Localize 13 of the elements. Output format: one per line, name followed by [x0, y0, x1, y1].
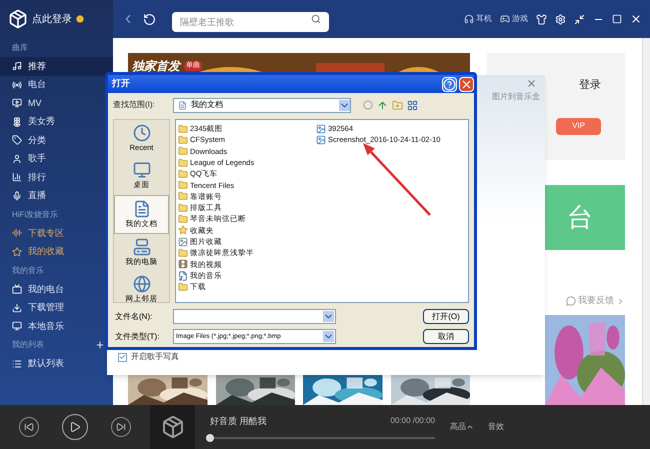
banner-title: 独家首发 [132, 58, 180, 75]
login-title: 登录 [579, 78, 601, 93]
hint-text: 图片到音乐盒 [492, 91, 540, 103]
section-title: 我的音乐 [12, 264, 44, 276]
section-title: 我的列表 [12, 339, 44, 351]
look-in-label: 查找范围(I): [113, 99, 156, 111]
dialog-title: 打开 [112, 77, 130, 90]
filename-label: 文件名(N): [115, 310, 154, 322]
section-title: HiFi发烧音乐 [12, 208, 58, 220]
section-title: 曲库 [12, 42, 28, 54]
filetype-label: 文件类型(T): [115, 330, 160, 342]
song-title: 好音质 用酷我 [210, 415, 267, 428]
time-display: 00:00 /00:00 [390, 415, 435, 428]
